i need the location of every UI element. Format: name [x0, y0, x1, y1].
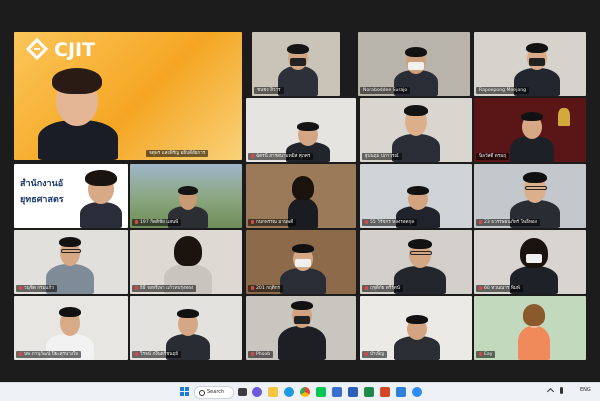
search-label: Search: [207, 389, 225, 395]
edge-icon[interactable]: [284, 387, 294, 397]
chrome-icon[interactable]: [300, 387, 310, 397]
search-icon: [199, 390, 205, 396]
explorer-icon[interactable]: [268, 387, 278, 397]
slide-title-line-1: สำนักงานอั: [20, 179, 64, 189]
presenter-video-tile[interactable]: CJIT จตุพร แสงพิรัญ อธิบดีอัยการ: [14, 32, 242, 160]
taskview-icon[interactable]: [238, 388, 247, 396]
mic-muted-icon: [251, 351, 254, 356]
participant-tile[interactable]: Phoob: [246, 296, 356, 360]
mic-muted-icon: [251, 285, 254, 290]
participant-tile[interactable]: ฐปนฤม ปภาวรณ์: [360, 98, 472, 162]
language-indicator[interactable]: ENG: [580, 387, 591, 393]
windows-taskbar: Search ENG: [0, 382, 600, 401]
mic-muted-icon: [135, 219, 138, 224]
participant-name: 60 ทวนณาร พิมพ์: [476, 285, 523, 292]
participant-name: ชนชง สิวาร: [254, 87, 284, 94]
mic-muted-icon: [135, 351, 138, 356]
store-icon[interactable]: [332, 387, 342, 397]
participant-name: 55 วิรัชกร หลงรอดกุล: [362, 219, 418, 226]
chat-icon[interactable]: [252, 387, 262, 397]
mic-muted-icon: [365, 285, 368, 290]
participant-tile[interactable]: 197 กิตติชัย แสนพี: [130, 164, 242, 228]
participant-person: [394, 314, 440, 360]
participant-tile[interactable]: Rapeepong Meejang: [474, 32, 586, 96]
mic-muted-icon: [479, 351, 482, 356]
slide-overlay-person: [76, 166, 126, 228]
participant-name: Eay: [476, 351, 496, 358]
participant-name: นิลวัสดิ์ ตรมฤ: [476, 153, 510, 160]
participant-tile[interactable]: Eay: [474, 296, 586, 360]
participant-tile[interactable]: นพ ภานุวัฒน์ ปิยะสุรนางใจ: [14, 296, 128, 360]
participant-tile[interactable]: วนุชิต กรมแก้ว: [14, 230, 128, 294]
mic-muted-icon: [365, 351, 368, 356]
line-icon[interactable]: [316, 387, 326, 397]
participant-tile[interactable]: 23 ธวรรษธนภัทร์ โพธิ์ทอง: [474, 164, 586, 228]
participant-person: [280, 242, 326, 294]
participant-tile[interactable]: ฉัตรนี สารสนามทมิส ศุภคร: [246, 98, 356, 162]
presenter-person: [38, 66, 118, 160]
taskbar-search-box[interactable]: Search: [194, 386, 234, 399]
mic-muted-icon: [19, 285, 22, 290]
participant-tile[interactable]: 201 กฤติกร: [246, 230, 356, 294]
participant-person: [278, 300, 326, 360]
participant-name: Phoob: [248, 351, 274, 358]
participant-tile[interactable]: Noraboddee Surajo: [358, 32, 470, 96]
mic-muted-icon: [479, 285, 482, 290]
slide-share-tile[interactable]: สำนักงานอั ยุทธศาสตร: [14, 164, 128, 228]
participant-name: ฤชุติกัย ตรีรัตน์: [362, 285, 403, 292]
participant-tile[interactable]: กนกพรรณ มานพดี: [246, 164, 356, 228]
participant-name: ฉัตรนี สารสนามทมิส ศุภคร: [248, 153, 314, 160]
mail-icon[interactable]: [396, 387, 406, 397]
mic-muted-icon: [365, 219, 368, 224]
participant-person: [510, 110, 554, 162]
participant-name: 23 ธวรรษธนภัทร์ โพธิ์ทอง: [476, 219, 540, 226]
participant-tile[interactable]: ฤชุติกัย ตรีรัตน์: [360, 230, 472, 294]
mic-muted-icon: [251, 153, 254, 158]
mic-muted-icon: [479, 219, 482, 224]
participant-person: [514, 302, 554, 360]
cjit-logo-icon: [25, 38, 49, 61]
tray-mic-icon[interactable]: [560, 387, 563, 394]
participant-tile[interactable]: บำเพ็ญ: [360, 296, 472, 360]
participant-name: 201 กฤติกร: [248, 285, 284, 292]
word-icon[interactable]: [348, 387, 358, 397]
mic-muted-icon: [135, 285, 138, 290]
participant-name: นพ ภานุวัฒน์ ปิยะสุรนางใจ: [16, 351, 81, 358]
slide-title-line-2: ยุทธศาสตร: [20, 195, 64, 205]
cjit-logo-text: CJIT: [54, 39, 96, 61]
participant-tile[interactable]: ธิธี จงหรีเพา แก้วทบรุ่งทอง: [130, 230, 242, 294]
tray-chevron-icon[interactable]: [546, 387, 555, 396]
participant-name: วนุชิต กรมแก้ว: [16, 285, 57, 292]
zoom-icon[interactable]: [412, 387, 422, 397]
powerpoint-icon[interactable]: [380, 387, 390, 397]
participant-name: กนกพรรณ มานพดี: [248, 219, 297, 226]
windows-start-icon[interactable]: [180, 387, 190, 397]
participant-name: บำเพ็ญ: [362, 351, 388, 358]
participant-name: Noraboddee Surajo: [360, 87, 411, 94]
participant-name: ธิธี จงหรีเพา แก้วทบรุ่งทอง: [132, 285, 197, 292]
participant-tile[interactable]: วิรจน์ ภงิ๊นตรีชนฤย์: [130, 296, 242, 360]
participant-tile[interactable]: 55 วิรัชกร หลงรอดกุล: [360, 164, 472, 228]
video-meeting-grid: CJIT จตุพร แสงพิรัญ อธิบดีอัยการ สำนักงา…: [0, 0, 600, 382]
participant-tile[interactable]: 60 ทวนณาร พิมพ์: [474, 230, 586, 294]
participant-name: วิรจน์ ภงิ๊นตรีชนฤย์: [132, 351, 181, 358]
excel-icon[interactable]: [364, 387, 374, 397]
participant-name: 197 กิตติชัย แสนพี: [132, 219, 182, 226]
participant-person: [278, 40, 318, 96]
presenter-name-tag: จตุพร แสงพิรัญ อธิบดีอัยการ: [146, 150, 209, 157]
participant-tile[interactable]: นิลวัสดิ์ ตรมฤ: [474, 98, 586, 162]
mic-muted-icon: [19, 351, 22, 356]
participant-tile[interactable]: ชนชง สิวาร: [252, 32, 340, 96]
mic-muted-icon: [251, 219, 254, 224]
participant-name: ฐปนฤม ปภาวรณ์: [362, 153, 402, 160]
emblem-icon: [558, 108, 570, 126]
participant-name: Rapeepong Meejang: [476, 87, 530, 94]
